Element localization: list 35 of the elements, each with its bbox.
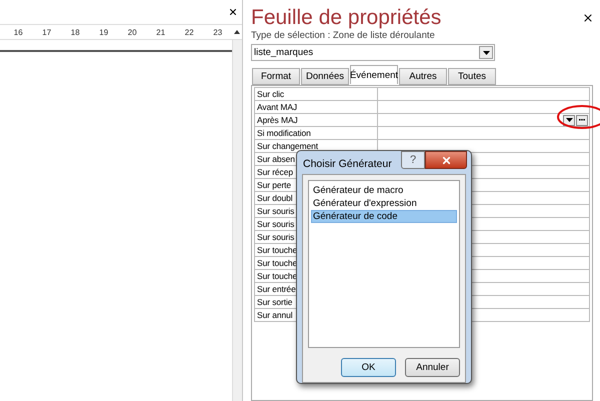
- tab[interactable]: Événement: [350, 65, 398, 84]
- close-button[interactable]: [425, 151, 467, 169]
- dropdown-arrow-icon: [566, 118, 572, 122]
- list-item[interactable]: Générateur de code: [311, 210, 457, 223]
- ruler-number: 19: [99, 28, 108, 36]
- property-label: Sur clic: [255, 88, 378, 100]
- property-label: Si modification: [255, 127, 378, 139]
- scrollbar[interactable]: [232, 40, 242, 401]
- ruler-number: 16: [14, 28, 23, 36]
- ruler-number: 17: [42, 28, 52, 36]
- property-label: Après MAJ: [255, 114, 378, 126]
- dropdown-button[interactable]: [563, 114, 575, 126]
- ruler-number: 18: [70, 28, 80, 36]
- builder-list[interactable]: Générateur de macro Générateur d'expression Générateur de code: [308, 180, 460, 348]
- ruler-number: 20: [128, 28, 137, 36]
- tab[interactable]: Format: [252, 68, 300, 85]
- tab[interactable]: Toutes: [448, 68, 496, 85]
- object-combo[interactable]: liste_marques: [251, 44, 495, 61]
- builder-button[interactable]: [576, 114, 588, 126]
- dialog-button[interactable]: Annuler: [405, 358, 460, 377]
- close-icon: [440, 154, 452, 166]
- ruler-number: 21: [156, 28, 166, 36]
- tab[interactable]: Autres: [399, 68, 447, 85]
- close-icon[interactable]: [228, 7, 238, 17]
- dialog-button[interactable]: OK: [341, 358, 396, 377]
- close-icon[interactable]: [582, 12, 594, 24]
- tab[interactable]: Données: [301, 68, 349, 85]
- dropdown-arrow-icon: [482, 50, 490, 54]
- panel-title: Feuille de propriétés: [251, 6, 442, 30]
- property-label: Avant MAJ: [255, 101, 378, 113]
- ruler-number: 22: [184, 28, 194, 36]
- scroll-up-icon[interactable]: [234, 30, 240, 34]
- selection-type: Type de sélection : Zone de liste déroulante: [251, 30, 436, 41]
- ruler-number: 23: [213, 28, 222, 36]
- help-button[interactable]: ?: [401, 151, 425, 169]
